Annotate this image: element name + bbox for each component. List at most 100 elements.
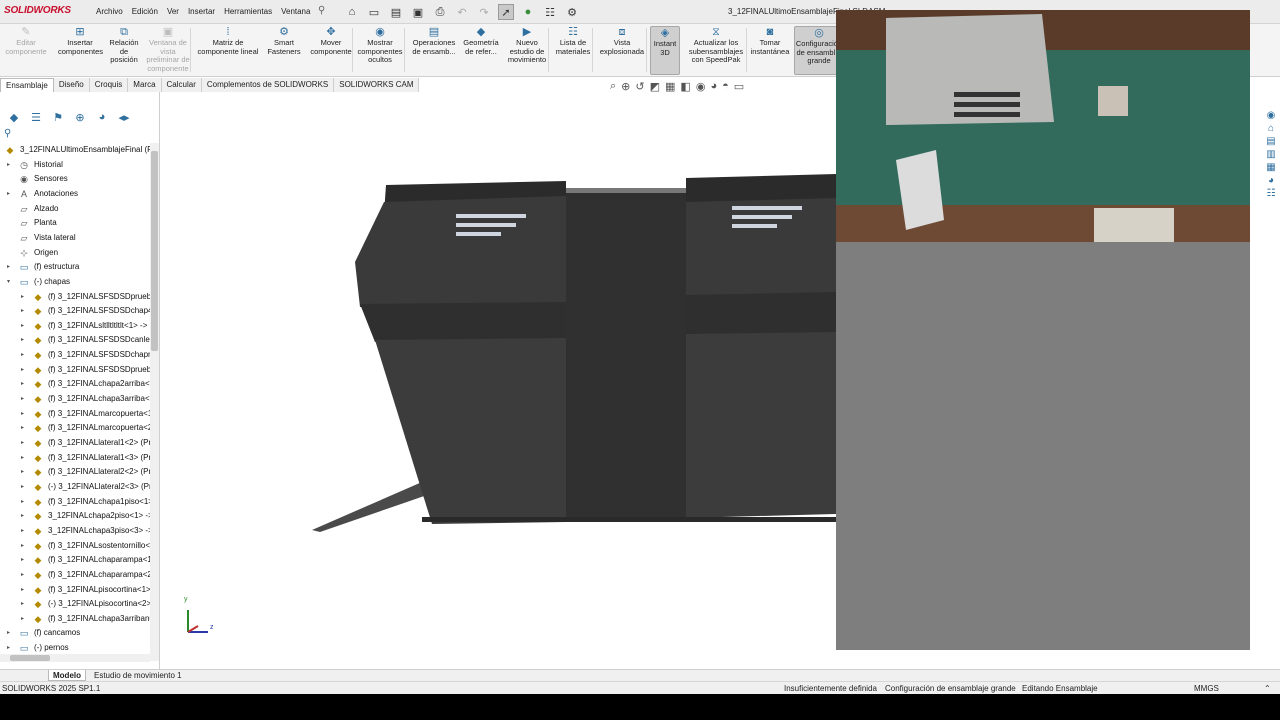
ventana-vista-preliminar-button[interactable]: ▣ Ventana de vista preliminar de componente: [144, 26, 192, 73]
tab-dise-o[interactable]: Diseño: [53, 78, 90, 92]
tree-item[interactable]: ▸ ◆ 3_12FINALchapa3piso<3> ->: [21, 524, 150, 538]
tree-item[interactable]: ▸ ◆ (f) 3_12FINALchaparampa<2: [21, 568, 150, 582]
tree-item[interactable]: ▸ A Anotaciones: [7, 187, 78, 201]
expand-arrow-icon[interactable]: ▸: [21, 436, 29, 450]
select-cursor-icon[interactable]: ➚: [498, 4, 514, 20]
tree-item[interactable]: ▸ ◆ (f) 3_12FINALsltlltltltlt<1> ->: [21, 319, 147, 333]
custom-properties-icon[interactable]: ☷: [1267, 188, 1276, 199]
menu-insertar[interactable]: Insertar: [188, 7, 215, 16]
home-task-icon[interactable]: ⌂: [1268, 123, 1274, 134]
expand-arrow-icon[interactable]: ▸: [7, 158, 15, 172]
actualizar-subensamblajes-button[interactable]: ⧖ Actualizar los subensamblajes con SpeedPa…: [684, 26, 748, 65]
expand-arrow-icon[interactable]: ▸: [21, 509, 29, 523]
feature-manager-tab-icon[interactable]: ◆: [6, 110, 22, 124]
tree-item[interactable]: ▸ ◆ (-) 3_12FINALlateral2<3> (Pr: [21, 480, 150, 494]
new-file-icon[interactable]: ▭: [366, 4, 382, 20]
tree-item[interactable]: ▸ ◆ (f) 3_12FINALchapa3arriba<1: [21, 392, 150, 406]
expand-arrow-icon[interactable]: ▸: [21, 583, 29, 597]
tree-item[interactable]: ▸ ◆ (-) 3_12FINALpisocortina<2>: [21, 597, 150, 611]
tree-item[interactable]: ◆ 3_12FINALUltimoEnsamblajeFinal (Pre: [4, 143, 150, 157]
tree-item[interactable]: ▸ ◆ (f) 3_12FINALlateral1<3> (Pre: [21, 451, 150, 465]
tree-item[interactable]: ▸ ◆ (f) 3_12FINALSFSDSDpruebac: [21, 290, 150, 304]
tree-item[interactable]: ▸ ◆ (f) 3_12FINALchaparampa<1: [21, 553, 150, 567]
expand-arrow-icon[interactable]: ▸: [21, 304, 29, 318]
expand-arrow-icon[interactable]: ▸: [21, 407, 29, 421]
expand-arrow-icon[interactable]: ▸: [21, 465, 29, 479]
tree-horizontal-scrollbar[interactable]: [0, 654, 150, 662]
expand-arrow-icon[interactable]: ▸: [21, 319, 29, 333]
lista-materiales-button[interactable]: ☷ Lista de materiales: [554, 26, 592, 56]
home-icon[interactable]: ⌂: [344, 4, 360, 20]
tree-item[interactable]: ▸ ◷ Historial: [7, 158, 63, 172]
tree-item[interactable]: ⊹ Origen: [18, 246, 58, 260]
tree-item[interactable]: ▸ ◆ (f) 3_12FINALSFSDSDpruebac: [21, 363, 150, 377]
tree-item[interactable]: ▸ ◆ (f) 3_12FINALSFSDSDchap4<: [21, 304, 150, 318]
tree-item[interactable]: ◉ Sensores: [18, 172, 68, 186]
menu-archivo[interactable]: Archivo: [96, 7, 123, 16]
expand-arrow-icon[interactable]: ▸: [7, 187, 15, 201]
menu-edicion[interactable]: Edición: [132, 7, 158, 16]
mostrar-componentes-ocultos-button[interactable]: ◉ Mostrar componentes ocultos: [356, 26, 404, 65]
expand-arrow-icon[interactable]: ▸: [21, 480, 29, 494]
file-properties-icon[interactable]: ☷: [542, 4, 558, 20]
more-tabs-icon[interactable]: ◂▸: [116, 110, 132, 124]
dimxpert-tab-icon[interactable]: ⊕: [72, 110, 88, 124]
menu-ver[interactable]: Ver: [167, 7, 179, 16]
tree-item[interactable]: ▸ ◆ (f) 3_12FINALlateral2<2> (Pre: [21, 465, 150, 479]
expand-arrow-icon[interactable]: ▸: [21, 348, 29, 362]
tree-item[interactable]: ▸ ▭ (f) cancamos: [7, 626, 80, 640]
expand-arrow-icon[interactable]: ▸: [21, 524, 29, 538]
tree-item[interactable]: ▸ ◆ (f) 3_12FINALlateral1<2> (Pre: [21, 436, 150, 450]
expand-arrow-icon[interactable]: ▸: [21, 333, 29, 347]
tree-item[interactable]: ▸ ◆ (f) 3_12FINALchapa2arriba<1: [21, 377, 150, 391]
expand-arrow-icon[interactable]: ▸: [21, 539, 29, 553]
tree-item[interactable]: ▸ ◆ (f) 3_12FINALsostentornillo<: [21, 539, 150, 553]
tab-calcular[interactable]: Calcular: [161, 78, 202, 92]
filter-icon[interactable]: ⚲: [4, 128, 154, 139]
expand-arrow-icon[interactable]: ▸: [21, 290, 29, 304]
smart-fasteners-button[interactable]: ⚙ Smart Fasteners: [264, 26, 304, 56]
tree-item[interactable]: ▾ ▭ (-) chapas: [7, 275, 70, 289]
tree-item[interactable]: ▱ Alzado: [18, 202, 59, 216]
tab-marca[interactable]: Marca: [128, 78, 162, 92]
tree-item[interactable]: ▸ ◆ (f) 3_12FINALmarcopuerta<2: [21, 421, 150, 435]
tree-item[interactable]: ▱ Vista lateral: [18, 231, 76, 245]
pin-icon[interactable]: ⚲: [318, 5, 325, 16]
vista-explosionada-button[interactable]: ⧈ Vista explosionada: [596, 26, 648, 56]
nuevo-estudio-movimiento-button[interactable]: ▶ Nuevo estudio de movimiento: [506, 26, 548, 65]
tree-item[interactable]: ▸ ◆ (f) 3_12FINALchapa1piso<1>: [21, 495, 150, 509]
expand-arrow-icon[interactable]: ▸: [21, 597, 29, 611]
tree-scroll-thumb[interactable]: [151, 151, 158, 351]
save-icon[interactable]: ▣: [410, 4, 426, 20]
instant-3d-button[interactable]: ◈ Instant 3D: [650, 26, 680, 75]
menu-ventana[interactable]: Ventana: [281, 7, 310, 16]
tree-item[interactable]: ▱ Planta: [18, 216, 57, 230]
matriz-componente-lineal-button[interactable]: ⁞ Matriz de componente lineal: [196, 26, 260, 56]
expand-arrow-icon[interactable]: ▸: [21, 553, 29, 567]
tree-item[interactable]: ▸ ▭ (-) pernos: [7, 641, 69, 655]
expand-arrow-icon[interactable]: ▸: [21, 451, 29, 465]
expand-arrow-icon[interactable]: ▸: [21, 421, 29, 435]
expand-arrow-icon[interactable]: ▸: [7, 260, 15, 274]
tomar-instantanea-button[interactable]: ◙ Tomar instantánea: [750, 26, 790, 56]
menu-herramientas[interactable]: Herramientas: [224, 7, 272, 16]
expand-arrow-icon[interactable]: ▸: [21, 612, 29, 626]
appearances-icon[interactable]: ◕: [1268, 175, 1274, 186]
print-icon[interactable]: ⎙: [432, 4, 448, 20]
display-manager-tab-icon[interactable]: ◕: [94, 110, 110, 124]
expand-arrow-icon[interactable]: ▸: [21, 568, 29, 582]
expand-arrow-icon[interactable]: ▸: [21, 377, 29, 391]
tree-item[interactable]: ▸ ◆ (f) 3_12FINALSFSDSDcanlet<: [21, 333, 150, 347]
bottom-tab-modelo[interactable]: Modelo: [48, 670, 86, 681]
tree-item[interactable]: ▸ ▭ (f) estructura: [7, 260, 79, 274]
tab-solidworks-cam[interactable]: SOLIDWORKS CAM: [334, 78, 420, 92]
solidworks-resources-icon[interactable]: ◉: [1267, 110, 1276, 121]
expand-arrow-icon[interactable]: ▸: [21, 495, 29, 509]
design-library-icon[interactable]: ▤: [1266, 136, 1275, 147]
tree-item[interactable]: ▸ ◆ 3_12FINALchapa2piso<1> ->: [21, 509, 150, 523]
tab-complementos-de-solidworks[interactable]: Complementos de SOLIDWORKS: [201, 78, 335, 92]
bottom-tab-estudio-movimiento[interactable]: Estudio de movimiento 1: [90, 670, 186, 681]
tree-item[interactable]: ▸ ◆ (f) 3_12FINALmarcopuerta<1: [21, 407, 150, 421]
redo-icon[interactable]: ↷: [476, 4, 492, 20]
expand-arrow-icon[interactable]: ▸: [21, 363, 29, 377]
